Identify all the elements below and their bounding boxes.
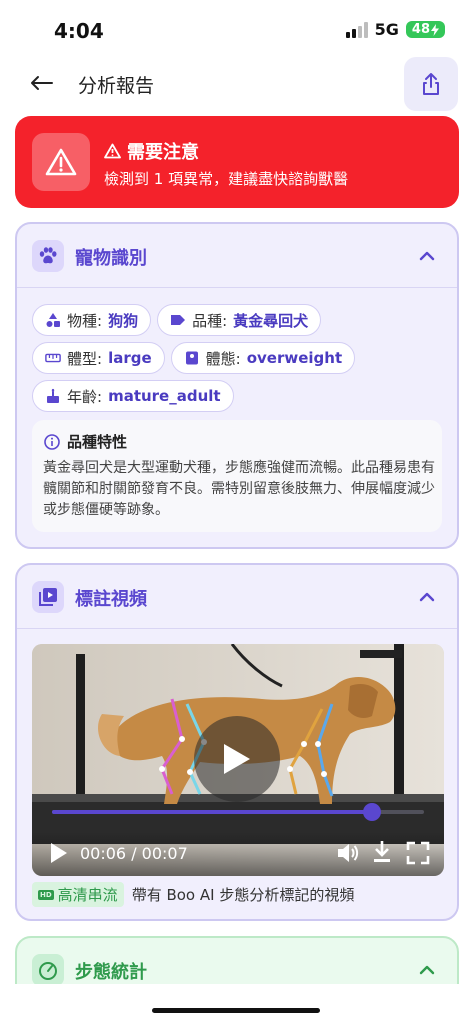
chevron-up-icon[interactable] [417,246,437,266]
gait-card-title: 步態統計 [75,962,147,983]
breed-traits-header: 品種特性 [44,431,127,452]
chevron-up-icon[interactable] [417,960,437,980]
shapes-icon [45,312,61,328]
share-button[interactable] [404,57,458,111]
paw-icon [39,247,57,264]
video-library-icon [39,588,57,606]
pet-attribute-chips: 物種: 狗狗 品種: 黃金尋回犬 體型: large 體態: overweigh… [32,304,452,418]
page-title: 分析報告 [78,75,155,97]
chip-size: 體型: large [32,342,165,374]
status-indicators: 5G 48 [345,20,445,39]
status-time: 4:04 [54,19,104,43]
breed-traits-box: 品種特性 黃金尋回犬是大型運動犬種，步態應強健而流暢。此品種易患有髖關節和肘關節… [32,420,442,532]
play-overlay-button[interactable] [194,716,280,802]
pet-identification-card: 寵物識別 物種: 狗狗 品種: 黃金尋回犬 體型: large 體態: over… [15,222,459,549]
pet-card-title: 寵物識別 [75,248,147,269]
network-label: 5G [374,20,399,39]
breed-traits-title: 品種特性 [67,433,128,451]
chip-breed: 品種: 黃金尋回犬 [157,304,322,336]
chip-age-value: mature_adult [108,387,221,405]
signal-icon [345,21,368,38]
video-icon-box [32,581,64,613]
chip-age-label: 年齡: [67,387,103,406]
bottom-safe-area [0,984,473,1024]
video-time-display: 00:06 / 00:07 [80,844,188,863]
hd-stream-label: 高清串流 [57,886,118,904]
home-indicator[interactable] [152,1008,320,1013]
battery-level: 48 [411,22,430,37]
paw-icon-box [32,240,64,272]
download-icon[interactable] [372,840,392,864]
chip-body-label: 體態: [205,349,241,368]
video-progress-bar[interactable] [52,803,424,821]
share-icon [423,73,439,95]
back-arrow-icon [31,76,53,90]
hd-stream-badge: HD 高清串流 [32,882,124,907]
warning-small-icon [104,143,121,159]
alert-title-row: 需要注意 [104,138,199,164]
cake-icon [45,388,61,404]
status-bar: 4:04 5G 48 [0,0,473,54]
gauge-icon-box [32,954,64,986]
ruler-icon [45,350,61,366]
back-button[interactable] [26,68,58,100]
video-progress-thumb[interactable] [362,803,381,821]
chip-body-value: overweight [246,349,343,367]
attention-alert: 需要注意 檢測到 1 項異常，建議盡快諮詢獸醫 [15,116,459,208]
weight-icon [184,350,200,366]
warning-icon [45,148,77,176]
fullscreen-icon[interactable] [406,841,430,865]
alert-description: 檢測到 1 項異常，建議盡快諮詢獸醫 [104,170,349,188]
video-card-header[interactable]: 標註視頻 [17,565,457,629]
tag-icon [170,312,186,328]
video-player[interactable]: 00:06 / 00:07 [32,644,444,876]
hd-icon: HD [38,889,54,900]
pet-card-header[interactable]: 寵物識別 [17,224,457,288]
app-header: 分析報告 [0,56,473,112]
video-card-title: 標註視頻 [75,589,147,610]
chip-species-label: 物種: [67,311,103,330]
chip-species-value: 狗狗 [108,311,139,330]
alert-icon-box [32,133,90,191]
annotated-video-card: 標註視頻 00:06 / 00:07 HD 高清串流 帶有 Boo AI 步態分… [15,563,459,921]
video-progress-fill [52,810,372,814]
play-icon [224,744,250,774]
gauge-icon [39,962,57,980]
chip-body-condition: 體態: overweight [170,342,356,374]
video-caption: 帶有 Boo AI 步態分析標記的視頻 [131,886,355,904]
play-control-icon[interactable] [50,842,68,864]
stream-info-row: HD 高清串流 帶有 Boo AI 步態分析標記的視頻 [32,882,354,907]
chip-species: 物種: 狗狗 [32,304,152,336]
alert-title: 需要注意 [127,142,199,163]
chip-size-label: 體型: [67,349,103,368]
chip-size-value: large [108,349,152,367]
video-controls: 00:06 / 00:07 [32,832,444,876]
volume-icon[interactable] [336,841,360,865]
chip-breed-label: 品種: [192,311,228,330]
battery-icon: 48 [405,21,445,38]
breed-traits-text: 黃金尋回犬是大型運動犬種，步態應強健而流暢。此品種易患有髖關節和肘關節發育不良。… [43,460,435,518]
chip-breed-value: 黃金尋回犬 [233,311,309,330]
info-icon [44,433,60,450]
chip-age: 年齡: mature_adult [32,380,234,412]
chevron-up-icon[interactable] [417,587,437,607]
